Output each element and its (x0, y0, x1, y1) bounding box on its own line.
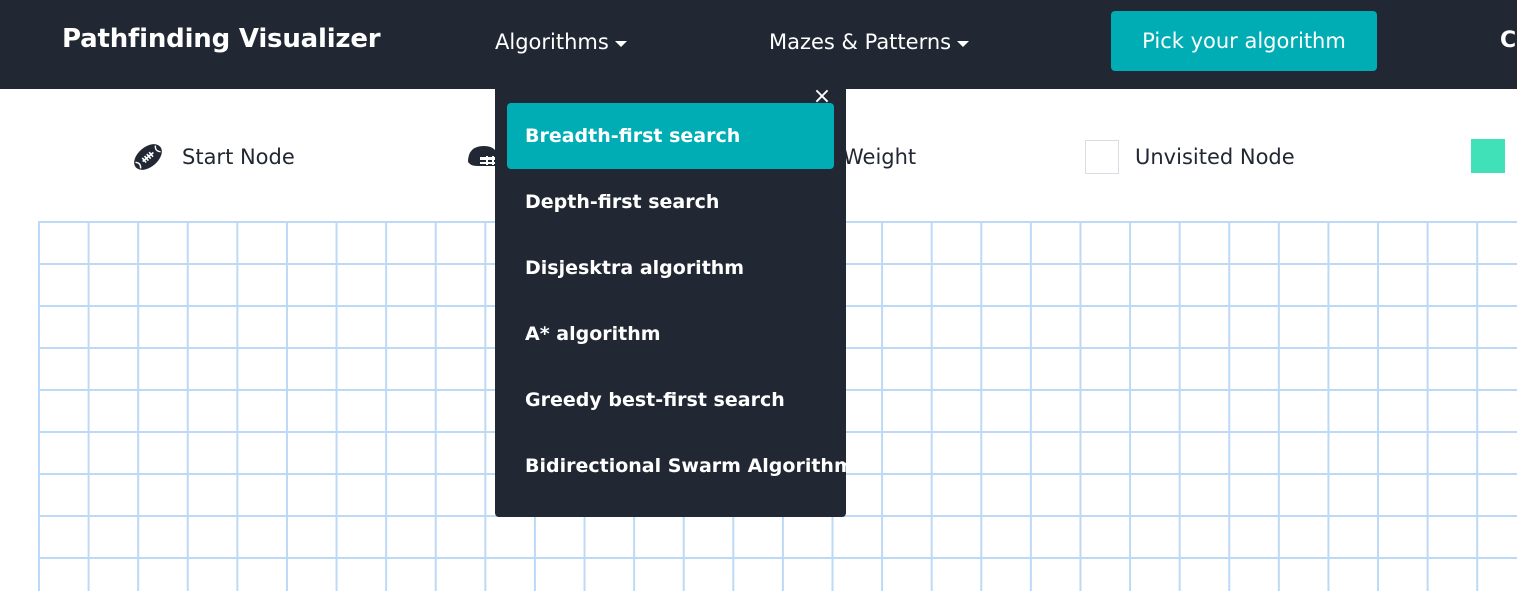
dropdown-item-greedy[interactable]: Greedy best-first search (507, 367, 834, 433)
legend-weight: Weight (843, 140, 916, 174)
mazes-menu-label: Mazes & Patterns (769, 30, 952, 54)
brand-title[interactable]: Pathfinding Visualizer (62, 24, 381, 54)
legend-unvisited-node: Unvisited Node (1085, 140, 1295, 174)
legend-unvisited-label: Unvisited Node (1135, 145, 1295, 169)
legend-weight-label: Weight (843, 145, 917, 169)
nav-item-truncated[interactable]: C (1500, 28, 1516, 53)
football-icon (134, 144, 162, 170)
dropdown-item-dijkstra[interactable]: Disjesktra algorithm (507, 235, 834, 301)
chevron-down-icon (614, 40, 627, 47)
legend-start-node: Start Node (130, 140, 295, 174)
pick-algorithm-button[interactable]: Pick your algorithm (1111, 11, 1377, 71)
algorithms-dropdown: × Breadth-first search Depth-first searc… (495, 84, 854, 517)
algorithms-menu-label: Algorithms (495, 30, 609, 54)
chevron-down-icon (957, 40, 970, 47)
legend-start-label: Start Node (182, 145, 295, 169)
algorithms-menu[interactable]: Algorithms (495, 30, 627, 54)
dropdown-item-bidirectional-swarm[interactable]: Bidirectional Swarm Algorithm (507, 433, 854, 499)
mazes-menu[interactable]: Mazes & Patterns (769, 30, 970, 54)
dropdown-item-bfs[interactable]: Breadth-first search (507, 103, 834, 169)
dropdown-item-dfs[interactable]: Depth-first search (507, 169, 834, 235)
navbar: Pathfinding Visualizer Algorithms Mazes … (0, 0, 1517, 89)
unvisited-node-swatch (1085, 140, 1119, 174)
visited-node-swatch (1471, 139, 1505, 173)
dropdown-item-astar[interactable]: A* algorithm (507, 301, 834, 367)
